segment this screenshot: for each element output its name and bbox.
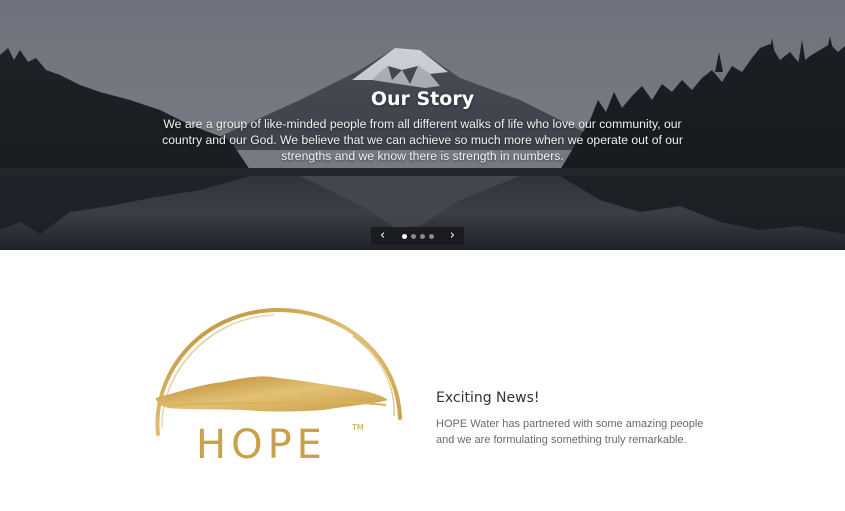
slide-dot-3[interactable] xyxy=(419,233,425,239)
hero-banner: Our Story We are a group of like-minded … xyxy=(0,0,845,250)
hero-title: Our Story xyxy=(370,88,475,110)
hope-logo: HOPE TM xyxy=(148,306,408,506)
slide-dot-1[interactable] xyxy=(401,233,407,239)
chevron-left-icon[interactable]: ‹ xyxy=(380,227,385,245)
slide-dot-4[interactable] xyxy=(428,233,434,239)
slide-dot-2[interactable] xyxy=(410,233,416,239)
news-section: Exciting News! HOPE Water has partnered … xyxy=(436,390,706,448)
hero-content: Our Story We are a group of like-minded … xyxy=(0,88,845,164)
hero-description: We are a group of like-minded people fro… xyxy=(162,117,683,163)
news-text: HOPE Water has partnered with some amazi… xyxy=(436,418,704,446)
logo-trademark: TM xyxy=(351,423,364,432)
logo-text: HOPE xyxy=(196,422,327,468)
slider-navigation: ‹ › xyxy=(371,227,464,245)
slider-dots xyxy=(401,233,434,239)
news-title: Exciting News! xyxy=(436,390,540,406)
chevron-right-icon[interactable]: › xyxy=(450,227,455,245)
